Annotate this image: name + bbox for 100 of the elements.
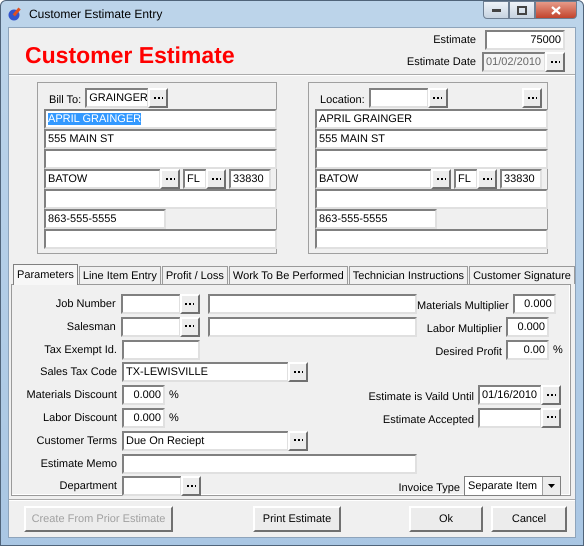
browse-button[interactable]	[288, 430, 308, 451]
text-field[interactable]: 0.000	[122, 408, 165, 428]
field-label: Estimate Date	[406, 56, 476, 68]
text-field[interactable]	[478, 408, 542, 428]
action-button[interactable]: Ok	[409, 506, 483, 532]
ellipsis-icon	[154, 96, 163, 100]
text-field[interactable]: 555 MAIN ST	[315, 129, 548, 149]
ellipsis-icon	[550, 60, 560, 64]
window-title: Customer Estimate Entry	[29, 7, 162, 21]
text-field[interactable]: 33830	[500, 169, 542, 189]
text-field[interactable]	[315, 189, 548, 209]
field-label: Materials Discount	[26, 389, 118, 402]
browse-button[interactable]	[160, 169, 180, 189]
text-field[interactable]	[122, 454, 417, 474]
field-label: Estimate Accepted	[382, 414, 474, 426]
tab[interactable]: Work To Be Performed	[228, 266, 348, 284]
browse-button[interactable]	[545, 52, 565, 72]
browse-button[interactable]	[180, 316, 200, 337]
text-field[interactable]: 555 MAIN ST	[44, 129, 277, 149]
percent-sign: %	[169, 412, 179, 424]
ellipsis-icon	[186, 484, 196, 488]
tab[interactable]: Customer Signature	[469, 266, 575, 284]
browse-button[interactable]	[522, 88, 542, 108]
browse-button[interactable]	[148, 88, 168, 108]
browse-button[interactable]	[428, 88, 448, 108]
action-button[interactable]: Cancel	[491, 506, 567, 532]
dropdown[interactable]: Separate Item	[464, 476, 561, 496]
browse-button[interactable]	[288, 362, 308, 382]
text-field[interactable]: FL	[454, 169, 478, 189]
text-field[interactable]	[315, 229, 548, 249]
text-field[interactable]: FL	[183, 169, 207, 189]
minimize-icon	[492, 8, 500, 12]
text-field[interactable]: 75000	[485, 30, 565, 50]
text-field[interactable]	[120, 294, 181, 314]
browse-button[interactable]	[541, 408, 561, 428]
tab[interactable]: Profit / Loss	[162, 266, 228, 284]
percent-sign: %	[169, 389, 179, 402]
ellipsis-icon	[546, 416, 556, 420]
dropdown-arrow-button[interactable]	[542, 477, 560, 496]
text-field[interactable]: 0.000	[512, 294, 556, 314]
field-label: Sales Tax Code	[39, 366, 118, 378]
ellipsis-icon	[185, 325, 194, 328]
maximize-button[interactable]	[509, 1, 535, 19]
ellipsis-icon	[294, 370, 302, 374]
text-field[interactable]	[368, 88, 429, 108]
text-field[interactable]: BATOW	[44, 169, 161, 189]
ellipsis-icon	[212, 178, 220, 180]
text-field[interactable]: GRAINGER	[85, 88, 150, 108]
tab[interactable]: Parameters	[13, 264, 78, 285]
tab[interactable]: Technician Instructions	[348, 266, 468, 284]
ellipsis-icon	[294, 439, 302, 442]
field-label: Bill To:	[48, 94, 82, 106]
text-field[interactable]	[208, 316, 417, 337]
text-field[interactable]: Due On Reciept	[122, 430, 289, 451]
text-field[interactable]: 0.00	[506, 340, 549, 360]
browse-button[interactable]	[431, 169, 451, 189]
ellipsis-icon	[433, 96, 442, 100]
text-field[interactable]: TX-LEWISVILLE	[122, 362, 289, 382]
caret-icon	[548, 484, 555, 488]
text-field[interactable]: BATOW	[315, 169, 432, 189]
text-field[interactable]: APRIL GRAINGER	[315, 109, 548, 129]
text-field[interactable]	[315, 149, 548, 169]
tab[interactable]: Line Item Entry	[78, 266, 161, 284]
text-field[interactable]: 863-555-5555	[44, 209, 166, 229]
field-label: Department	[58, 480, 118, 492]
browse-button[interactable]	[180, 294, 200, 314]
text-field[interactable]: 863-555-5555	[315, 209, 437, 229]
field-label: Customer Terms	[36, 434, 118, 447]
field-label: Job Number	[54, 298, 117, 310]
text-field[interactable]	[122, 340, 200, 360]
text-field[interactable]	[44, 229, 277, 249]
field-label: Materials Multiplier	[417, 300, 509, 312]
text-field[interactable]	[122, 476, 182, 496]
close-button[interactable]	[535, 1, 577, 19]
text-field[interactable]: 33830	[229, 169, 271, 189]
field-label: Labor Discount	[42, 412, 118, 424]
text-field[interactable]: 01/16/2010	[478, 385, 542, 406]
ellipsis-icon	[528, 96, 536, 100]
browse-button[interactable]	[477, 169, 497, 189]
browse-button[interactable]	[181, 476, 201, 496]
text-field[interactable]	[120, 316, 181, 337]
form-title: Customer Estimate	[25, 42, 235, 68]
minimize-button[interactable]	[483, 1, 509, 19]
browse-button[interactable]	[541, 385, 561, 406]
action-button[interactable]: Print Estimate	[253, 506, 341, 532]
text-field[interactable]	[44, 189, 277, 209]
field-label: Estimate Memo	[40, 458, 118, 470]
ellipsis-icon	[166, 178, 174, 180]
ellipsis-icon	[436, 178, 446, 180]
ellipsis-icon	[546, 394, 556, 397]
maximize-icon	[517, 6, 527, 14]
field-label: Desired Profit	[435, 346, 502, 358]
close-icon	[551, 6, 561, 14]
percent-sign: %	[553, 344, 564, 356]
field-label: Invoice Type	[398, 482, 460, 494]
text-field[interactable]: 0.000	[122, 385, 165, 406]
text-field[interactable]	[208, 294, 417, 314]
browse-button[interactable]	[206, 169, 226, 189]
text-field[interactable]	[44, 149, 277, 169]
text-field[interactable]: 0.000	[506, 316, 549, 337]
